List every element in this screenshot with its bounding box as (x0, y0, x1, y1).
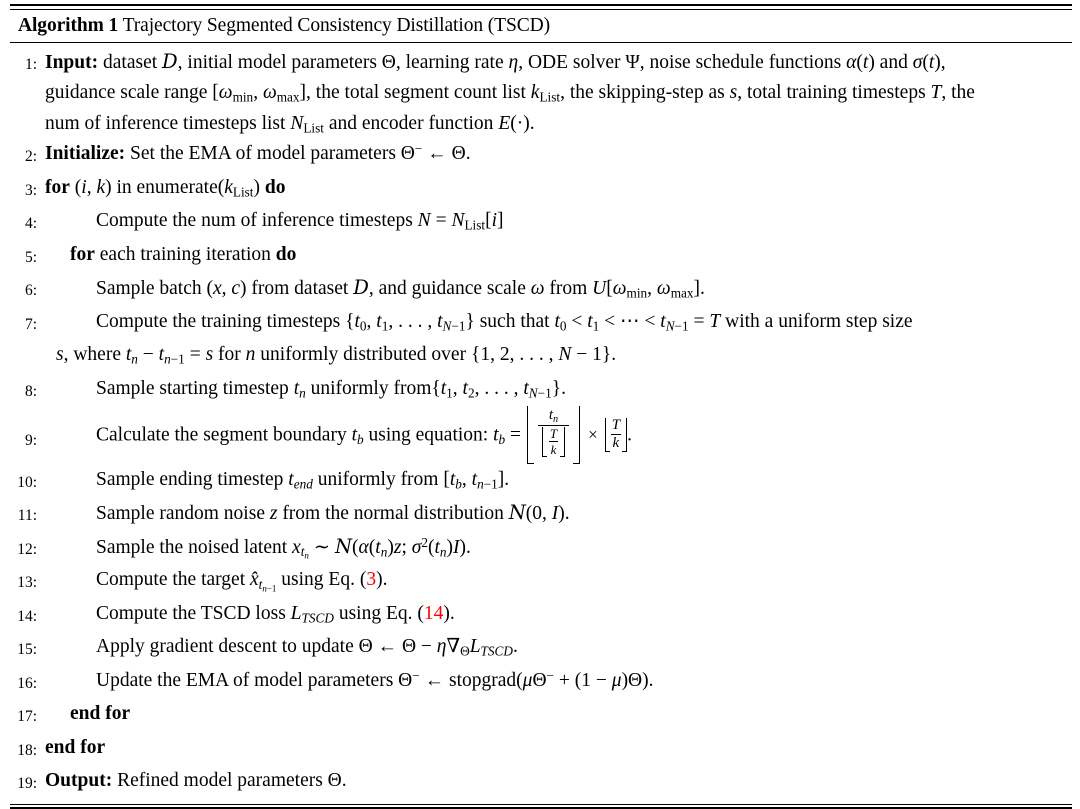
algorithm-step: 3: for (i, k) in enumerate(kList) do (10, 173, 1072, 207)
step-keyword-for: for (45, 176, 70, 198)
step-number: 4: (24, 215, 37, 232)
step-number: 13: (17, 574, 37, 592)
step-content-continued: s, where tn − tn−1 = s for n uniformly d… (56, 344, 617, 367)
step-content: Initialize: Set the EMA of model paramet… (45, 141, 471, 164)
algorithm-caption: Algorithm 1 Trajectory Segmented Consist… (10, 10, 1072, 42)
inner-floor-bracket-denominator: T k (541, 426, 566, 458)
step-content: Compute the num of inference timesteps N… (96, 210, 504, 233)
step-content: Sample the noised latent xtn ∼ N(α(tn)z;… (96, 534, 471, 561)
step-keyword-end-for: end for (45, 736, 106, 758)
algorithm-step: 9: Calculate the segment boundary tb usi… (10, 406, 1072, 465)
step-number: 18: (17, 741, 37, 759)
step-number: 8: (24, 382, 37, 400)
step-number: 2: (24, 148, 37, 165)
step-number: 19: (17, 775, 37, 793)
step-number: 1: (24, 55, 37, 73)
step-number: 16: (17, 674, 37, 692)
algorithm-step: 18: end for (10, 733, 1072, 767)
step-content: Compute the target x̂tn−1 using Eq. (3). (96, 569, 388, 594)
step-keyword: Output: (45, 770, 113, 792)
step-keyword: Input: (45, 51, 99, 73)
inner-floor-bracket-multiplier: T k (604, 417, 628, 453)
step-number: 7: (24, 315, 37, 333)
step-number: 3: (24, 181, 37, 199)
segment-boundary-equation: tn T k × T k (526, 406, 628, 464)
step-content: Output: Refined model parameters Θ. (45, 770, 347, 792)
step-number: 15: (17, 641, 37, 659)
algorithm-step: 6: Sample batch (x, c) from dataset D, a… (10, 273, 1072, 307)
step-content: Sample starting timestep tn uniformly fr… (96, 377, 566, 401)
step-keyword-for: for (70, 243, 95, 265)
step-number: 12: (17, 540, 37, 558)
equation-reference[interactable]: 3 (366, 569, 376, 590)
algorithm-step: 7: Compute the training timesteps {t0, t… (10, 307, 1072, 341)
equation-reference[interactable]: 14 (424, 603, 444, 624)
step-number: 9: (24, 432, 37, 449)
algorithm-steps: 1: Input: dataset D, initial model param… (10, 43, 1072, 800)
step-number: 17: (17, 708, 37, 726)
algorithm-step: 8: Sample starting timestep tn uniformly… (10, 374, 1072, 408)
algorithm-step: 19: Output: Refined model parameters Θ. (10, 766, 1072, 800)
step-keyword: Initialize: (45, 143, 126, 164)
step-content: for (i, k) in enumerate(kList) do (45, 176, 286, 200)
step-keyword-end-for: end for (70, 703, 131, 725)
times-symbol: × (588, 424, 598, 444)
rule-bottom (10, 803, 1072, 809)
algorithm-step: 15: Apply gradient descent to update Θ ←… (10, 632, 1072, 666)
step-number: 14: (17, 607, 37, 625)
floor-fraction: tn T k (535, 406, 572, 464)
algorithm-step: 1: Input: dataset D, initial model param… (10, 47, 1072, 140)
step-content: Update the EMA of model parameters Θ− ← … (96, 667, 654, 691)
step-content: Sample ending timestep tend uniformly fr… (96, 468, 510, 492)
algorithm-step: 12: Sample the noised latent xtn ∼ N(α(t… (10, 532, 1072, 566)
algorithm-step: 13: Compute the target x̂tn−1 using Eq. … (10, 565, 1072, 599)
algorithm-step: 4: Compute the num of inference timestep… (10, 206, 1072, 240)
step-number: 5: (24, 248, 37, 266)
step-content: Calculate the segment boundary tb using … (44, 406, 1072, 465)
algorithm-step-continuation: 7: s, where tn − tn−1 = s for n uniforml… (10, 340, 1072, 374)
step-number: 11: (17, 507, 37, 525)
algorithm-step: 17: end for (10, 699, 1072, 733)
algorithm-step: 14: Compute the TSCD loss LTSCD using Eq… (10, 599, 1072, 633)
outer-floor-bracket: tn T k (526, 406, 581, 464)
algorithm-step: 5: for each training iteration do (10, 240, 1072, 274)
step-content: Sample batch (x, c) from dataset D, and … (96, 276, 705, 301)
algorithm-step: 10: Sample ending timestep tend uniforml… (10, 465, 1072, 499)
algorithm-step: 2: Initialize: Set the EMA of model para… (10, 139, 1072, 173)
algorithm-step: 11: Sample random noise z from the norma… (10, 498, 1072, 532)
step-content: for each training iteration do (70, 243, 297, 265)
step-number: 6: (24, 282, 37, 299)
step-number: 10: (17, 473, 37, 491)
algorithm-label: Algorithm 1 (18, 14, 119, 36)
algorithm-title: Trajectory Segmented Consistency Distill… (122, 14, 550, 36)
algorithm-block: Algorithm 1 Trajectory Segmented Consist… (0, 4, 1080, 809)
step-content: Compute the TSCD loss LTSCD using Eq. (1… (96, 602, 455, 626)
algorithm-step: 16: Update the EMA of model parameters Θ… (10, 666, 1072, 700)
step-content: Input: dataset D, initial model paramete… (45, 49, 975, 136)
step-content: Sample random noise z from the normal di… (96, 501, 570, 525)
step-content: Compute the training timesteps {t0, t1, … (96, 310, 913, 334)
